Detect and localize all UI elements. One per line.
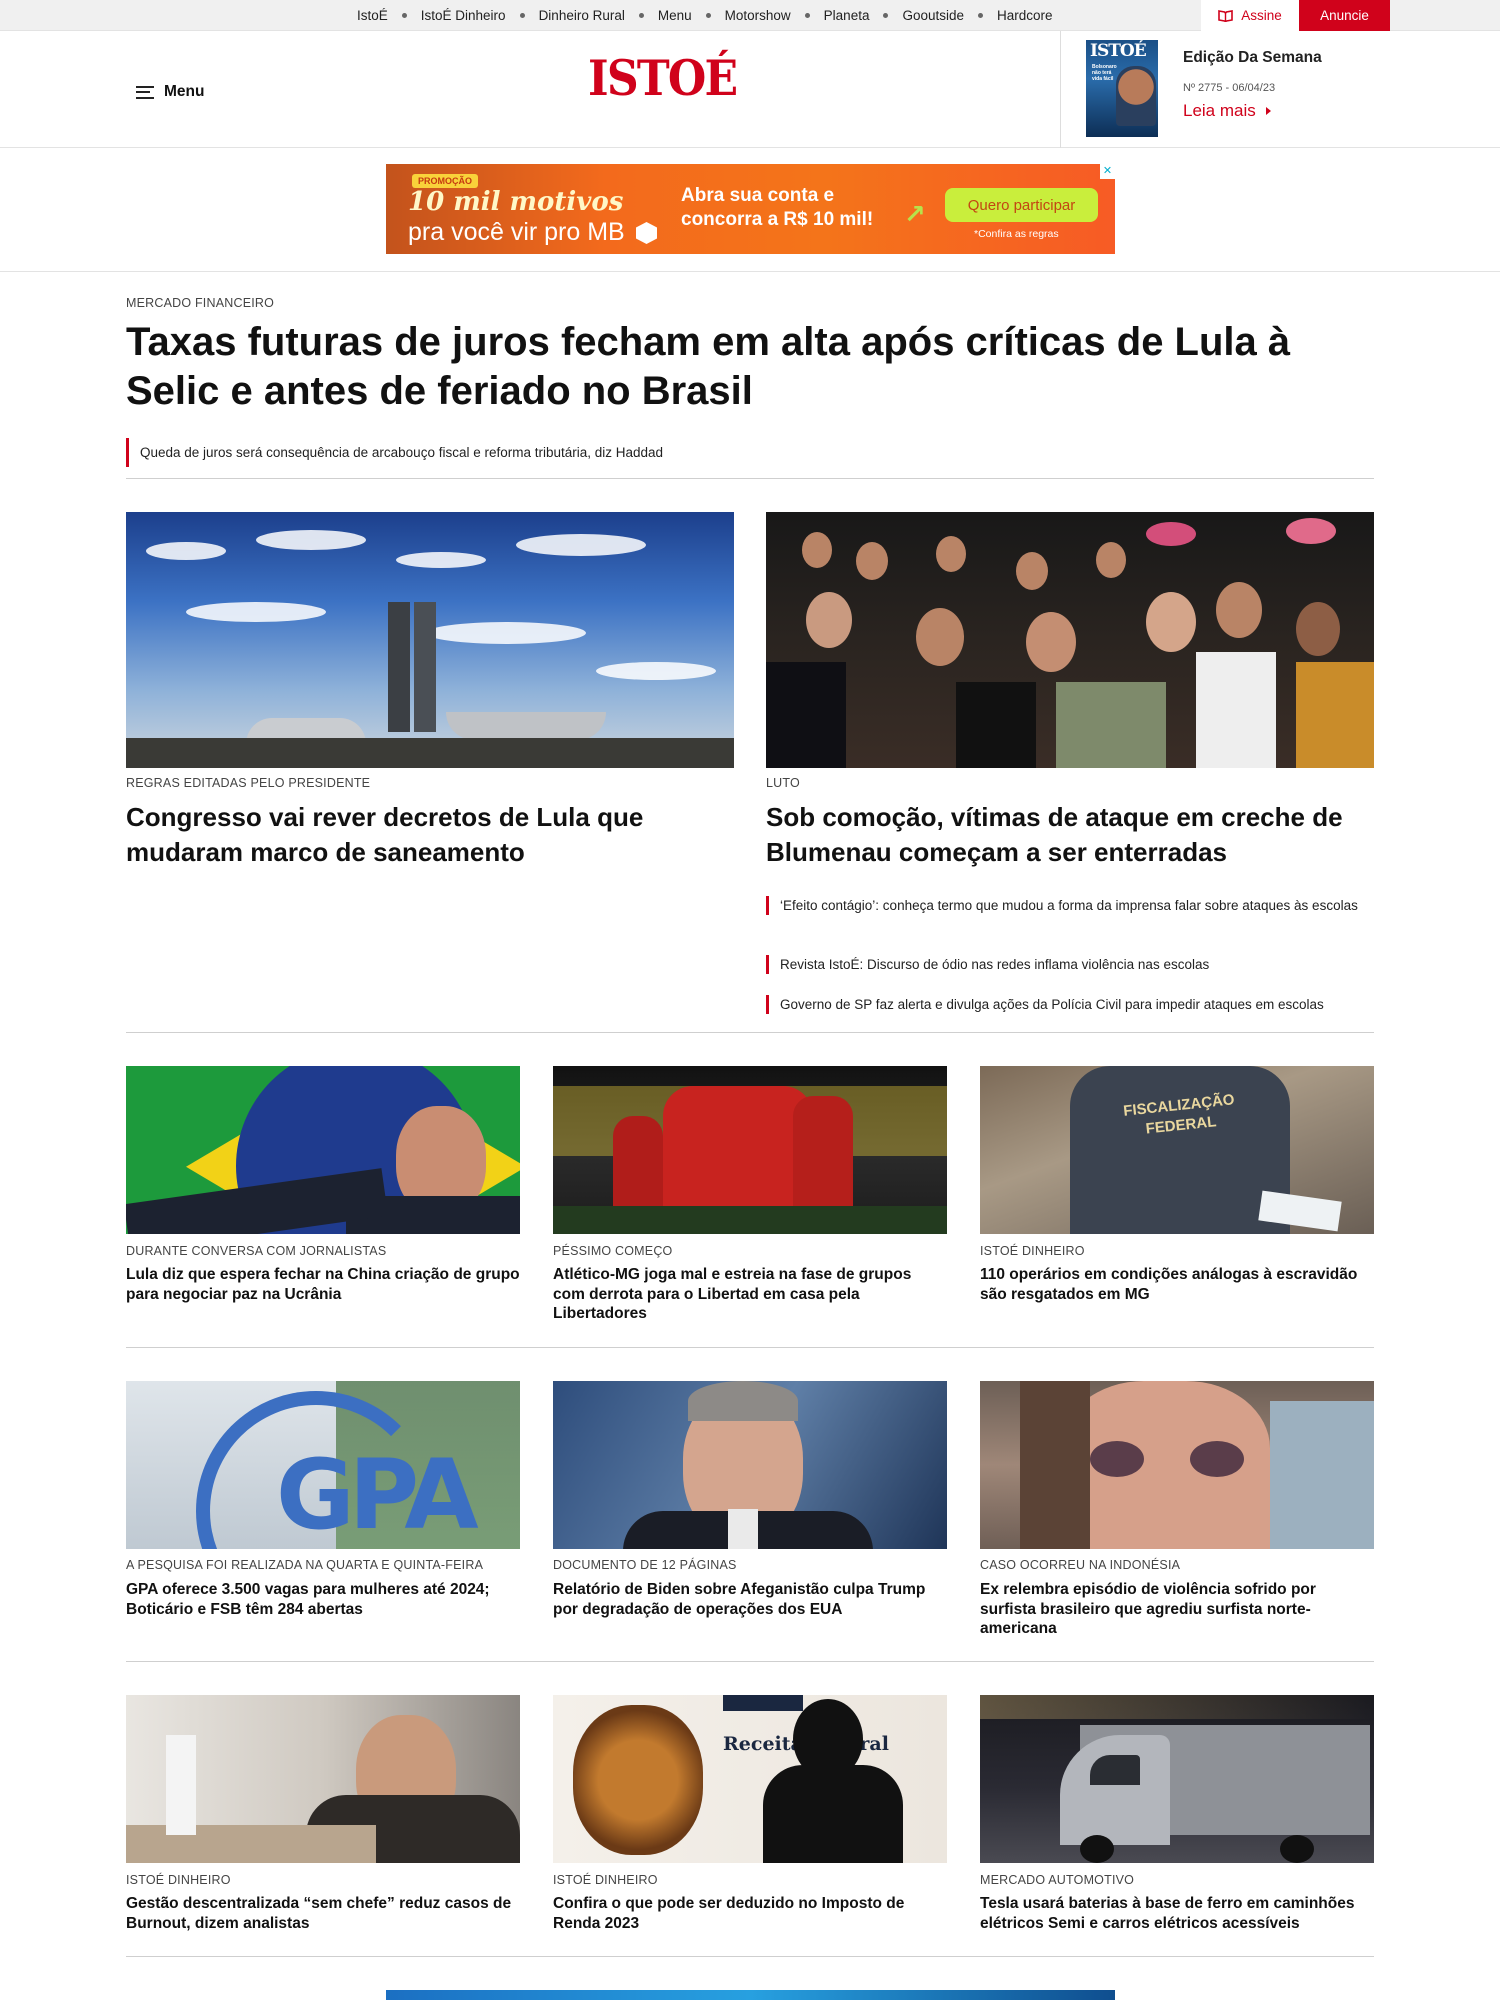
subscribe-button[interactable]: Assine: [1201, 0, 1299, 31]
divider: [126, 1661, 1374, 1662]
network-link-dinheiro-rural[interactable]: Dinheiro Rural: [539, 8, 625, 23]
site-header: Menu ISTOÉ ISTOÉ Bolsonaro não terá vida…: [0, 31, 1500, 148]
article-kicker: PÉSSIMO COMEÇO: [553, 1244, 673, 1258]
article-headline[interactable]: Ex relembra episódio de violência sofrid…: [980, 1580, 1374, 1639]
article-headline[interactable]: Lula diz que espera fechar na China cria…: [126, 1265, 520, 1304]
book-icon: [1218, 9, 1234, 22]
advertise-button[interactable]: Anuncie: [1299, 0, 1390, 31]
separator-dot: [638, 13, 644, 18]
site-logo[interactable]: ISTOÉ: [588, 49, 738, 107]
featured-kicker: LUTO: [766, 776, 800, 790]
article-image-surfer[interactable]: [980, 1381, 1374, 1549]
network-link-motorshow[interactable]: Motorshow: [725, 8, 791, 23]
related-link[interactable]: Revista IstoÉ: Discurso de ódio nas rede…: [766, 955, 1374, 974]
article-image-inspection[interactable]: FISCALIZAÇÃO FEDERAL: [980, 1066, 1374, 1234]
ad-promo-badge: PROMOÇÃO: [412, 174, 478, 188]
read-more-label: Leia mais: [1183, 101, 1256, 120]
ad-slot-top: PROMOÇÃO 10 mil motivos pra você vir pro…: [0, 148, 1500, 272]
article-image-soccer[interactable]: [553, 1066, 947, 1234]
cover-photo: [1116, 66, 1156, 126]
divider: [126, 1032, 1374, 1033]
network-link-istoe-dinheiro[interactable]: IstoÉ Dinheiro: [421, 8, 506, 23]
article-image-tax[interactable]: Receita Federal: [553, 1695, 947, 1863]
featured-headline[interactable]: Sob comoção, vítimas de ataque em creche…: [766, 800, 1374, 870]
network-link-istoe[interactable]: IstoÉ: [357, 8, 388, 23]
separator-dot: [883, 13, 889, 18]
article-image-kirby[interactable]: [553, 1381, 947, 1549]
divider: [126, 478, 1374, 479]
network-link-menu[interactable]: Menu: [658, 8, 692, 23]
featured-image-congress[interactable]: [126, 512, 734, 768]
network-link-goutside[interactable]: Gooutside: [902, 8, 964, 23]
magazine-cover[interactable]: ISTOÉ Bolsonaro não terá vida fácil: [1086, 40, 1158, 137]
article-image-tesla-semi[interactable]: [980, 1695, 1374, 1863]
ad-subline: pra você vir pro MB: [408, 218, 625, 246]
top-bar: IstoÉ IstoÉ Dinheiro Dinheiro Rural Menu…: [0, 0, 1500, 31]
main-kicker: MERCADO FINANCEIRO: [126, 296, 275, 310]
featured-headline[interactable]: Congresso vai rever decretos de Lula que…: [126, 800, 726, 870]
separator-dot: [804, 13, 810, 18]
related-link[interactable]: ‘Efeito contágio’: conheça termo que mud…: [766, 896, 1374, 915]
article-headline[interactable]: Atlético-MG joga mal e estreia na fase d…: [553, 1265, 947, 1324]
article-kicker: A PESQUISA FOI REALIZADA NA QUARTA E QUI…: [126, 1558, 484, 1572]
hamburger-icon: [136, 85, 154, 99]
article-kicker: MERCADO AUTOMOTIVO: [980, 1873, 1135, 1887]
article-image-gpa[interactable]: GPA: [126, 1381, 520, 1549]
article-headline[interactable]: GPA oferece 3.500 vagas para mulheres at…: [126, 1580, 520, 1619]
ad-offer: Abra sua conta e concorra a R$ 10 mil!: [681, 184, 873, 232]
divider: [126, 1347, 1374, 1348]
mb-logo-icon: [636, 222, 657, 244]
article-kicker: DOCUMENTO DE 12 PÁGINAS: [553, 1558, 737, 1572]
article-kicker: CASO OCORREU NA INDONÉSIA: [980, 1558, 1181, 1572]
separator-dot: [705, 13, 711, 18]
article-kicker: ISTOÉ DINHEIRO: [980, 1244, 1085, 1258]
menu-label: Menu: [164, 83, 205, 100]
featured-image-funeral[interactable]: [766, 512, 1374, 768]
image-caption: GPA: [276, 1439, 479, 1549]
article-image-lula[interactable]: [126, 1066, 520, 1234]
ad-close-icon[interactable]: ✕: [1100, 164, 1115, 179]
cover-logo: ISTOÉ: [1090, 41, 1147, 61]
article-kicker: DURANTE CONVERSA COM JORNALISTAS: [126, 1244, 387, 1258]
ad-banner[interactable]: PROMOÇÃO 10 mil motivos pra você vir pro…: [386, 164, 1115, 254]
article-image-burnout[interactable]: [126, 1695, 520, 1863]
network-link-planeta[interactable]: Planeta: [824, 8, 870, 23]
separator-dot: [978, 13, 984, 18]
ad-offer-line-1: Abra sua conta e: [681, 185, 835, 206]
network-nav: IstoÉ IstoÉ Dinheiro Dinheiro Rural Menu…: [357, 0, 1053, 31]
arrow-icon: ↗: [904, 199, 926, 229]
ad-headline: 10 mil motivos: [408, 187, 624, 217]
separator-dot: [401, 13, 407, 18]
subscribe-label: Assine: [1241, 8, 1282, 23]
ad-banner-bottom[interactable]: [386, 1990, 1115, 2000]
network-link-hardcore[interactable]: Hardcore: [997, 8, 1053, 23]
article-kicker: ISTOÉ DINHEIRO: [126, 1873, 231, 1887]
divider: [126, 1956, 1374, 1957]
edition-number: Nº 2775 - 06/04/23: [1183, 82, 1276, 94]
edition-title: Edição Da Semana: [1183, 49, 1322, 66]
featured-kicker: REGRAS EDITADAS PELO PRESIDENTE: [126, 776, 371, 790]
article-headline[interactable]: Relatório de Biden sobre Afeganistão cul…: [553, 1580, 947, 1619]
read-more-link[interactable]: Leia mais: [1183, 101, 1271, 121]
main-headline[interactable]: Taxas futuras de juros fecham em alta ap…: [126, 318, 1386, 416]
header-divider: [1060, 31, 1061, 148]
ad-offer-line-2: concorra a R$ 10 mil!: [681, 209, 874, 230]
separator-dot: [519, 13, 525, 18]
ad-rules: *Confira as regras: [974, 228, 1059, 240]
menu-button[interactable]: Menu: [136, 83, 204, 101]
main-related-link[interactable]: Queda de juros será consequência de arca…: [126, 438, 1366, 467]
related-link[interactable]: Governo de SP faz alerta e divulga ações…: [766, 995, 1374, 1014]
article-headline[interactable]: Confira o que pode ser deduzido no Impos…: [553, 1894, 947, 1933]
article-headline[interactable]: Gestão descentralizada “sem chefe” reduz…: [126, 1894, 520, 1933]
article-headline[interactable]: 110 operários em condições análogas à es…: [980, 1265, 1374, 1304]
caret-right-icon: [1265, 107, 1271, 115]
article-headline[interactable]: Tesla usará baterias à base de ferro em …: [980, 1894, 1374, 1933]
article-kicker: ISTOÉ DINHEIRO: [553, 1873, 658, 1887]
ad-cta-button[interactable]: Quero participar: [945, 188, 1098, 222]
